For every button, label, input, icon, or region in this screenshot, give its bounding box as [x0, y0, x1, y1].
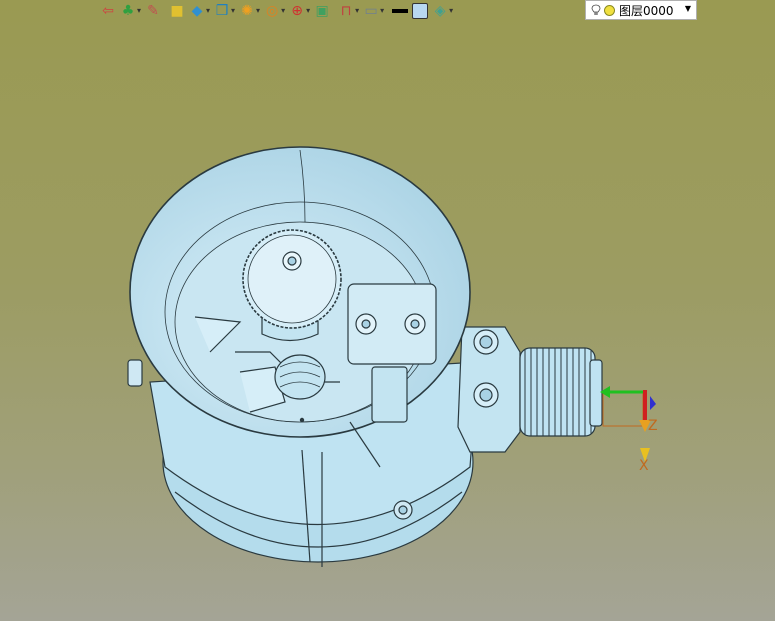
chevron-down-icon[interactable]: ▾	[281, 7, 285, 15]
chevron-down-icon[interactable]: ▾	[206, 7, 210, 15]
layers-icon: ◈	[434, 3, 446, 19]
layer-color-dot	[604, 4, 615, 16]
block-icon: ■	[170, 3, 184, 19]
layer-name: 图层0000	[619, 3, 674, 18]
chevron-down-icon[interactable]: ▾	[137, 7, 141, 15]
left-stub	[127, 359, 143, 387]
chevron-down-icon[interactable]: ▾	[231, 7, 235, 15]
monitor-icon: ▭	[364, 3, 378, 19]
exit-icon: ⇦	[102, 3, 114, 19]
chevron-down-icon[interactable]: ▾	[355, 7, 359, 15]
solid-button[interactable]: ◆ ▾	[189, 1, 210, 21]
axis-label-x: X	[639, 458, 649, 474]
pressure-gauge-model[interactable]	[127, 146, 603, 567]
fill-color-button[interactable]	[412, 1, 429, 21]
fill-icon	[412, 3, 429, 19]
zoom-button[interactable]: ◎ ▾	[264, 1, 285, 21]
view-cube-icon: ❒	[215, 3, 229, 19]
line-color-button[interactable]	[392, 1, 409, 21]
chevron-down-icon[interactable]: ▾	[449, 7, 453, 15]
chevron-down-icon[interactable]: ▾	[256, 7, 260, 15]
line-icon	[392, 3, 409, 19]
pencil-button[interactable]: ✎	[145, 1, 161, 21]
origin-button[interactable]: ⊕ ▾	[289, 1, 310, 21]
block-button[interactable]: ■	[169, 1, 185, 21]
chevron-down-icon[interactable]: ▾	[306, 7, 310, 15]
zoom-icon: ◎	[265, 3, 279, 19]
display-button[interactable]: ▭ ▾	[363, 1, 384, 21]
origin-icon: ⊕	[291, 3, 303, 19]
tree-icon: ♣	[121, 3, 135, 19]
layer-dropdown[interactable]: 图层0000 ▼	[585, 0, 697, 20]
section-icon: ⊓	[340, 3, 352, 19]
lightbulb-icon	[591, 4, 601, 15]
section-button[interactable]: ⊓ ▾	[338, 1, 359, 21]
render-icon: ✺	[241, 3, 253, 19]
chevron-down-icon[interactable]: ▾	[380, 7, 384, 15]
threaded-connector	[519, 347, 596, 437]
pencil-icon: ✎	[147, 3, 159, 19]
image-icon: ▣	[315, 3, 329, 19]
chevron-down-icon[interactable]: ▼	[685, 4, 691, 13]
3d-viewport[interactable]	[0, 22, 775, 621]
axis-label-z: Z	[648, 418, 658, 434]
render-mode-button[interactable]: ✺ ▾	[239, 1, 260, 21]
layer-tool-button[interactable]: ◈ ▾	[432, 1, 453, 21]
image-button[interactable]: ▣	[314, 1, 330, 21]
insert-component-button[interactable]: ♣ ▾	[120, 1, 141, 21]
view-orient-button[interactable]: ❒ ▾	[214, 1, 235, 21]
cube-icon: ◆	[191, 3, 203, 19]
exit-sketch-button[interactable]: ⇦	[100, 1, 116, 21]
